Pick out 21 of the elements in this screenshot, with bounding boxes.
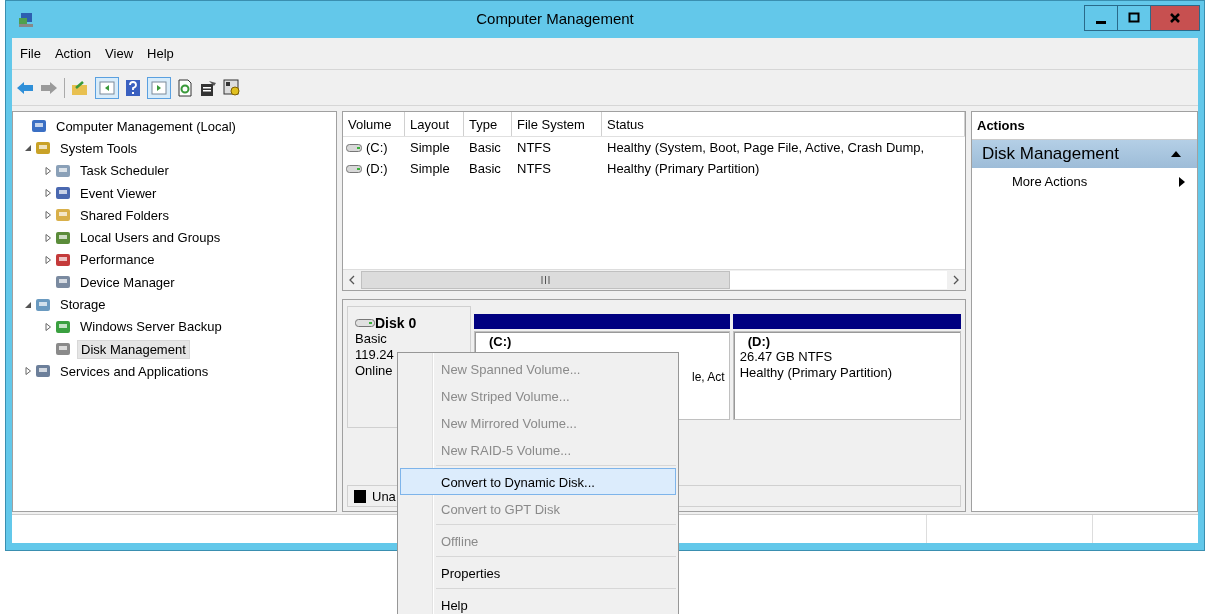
table-cell-text: Simple [409,161,451,176]
disk-info: Basic [355,331,387,347]
table-cell-text: Healthy (Primary Partition) [606,161,761,176]
partition-label: (D:) [746,335,772,349]
table-cell-text: NTFS [516,140,552,155]
window-title: Computer Management [475,10,635,27]
table-cell: (C:) [366,140,388,155]
table-cell-text: Simple [409,140,451,155]
table-cell-text: Basic [468,161,502,176]
legend-label: Una [372,488,396,504]
disk-info: 119.24 [355,347,394,363]
table-cell-text: Basic [468,140,502,155]
partition-label: (C:) [488,335,513,349]
table-cell-text: Healthy (System, Boot, Page File, Active, Crash Dump, [606,140,926,155]
partition-info: 26.47 GB NTFS [739,349,833,365]
disk-info: Online [355,363,393,379]
table-cell-text: NTFS [516,161,552,176]
partition-info: le, Act [692,369,725,385]
table-cell: (D:) [366,161,388,176]
disk-name: Disk 0 [375,315,417,331]
partition-info: Healthy (Primary Partition) [739,365,893,381]
